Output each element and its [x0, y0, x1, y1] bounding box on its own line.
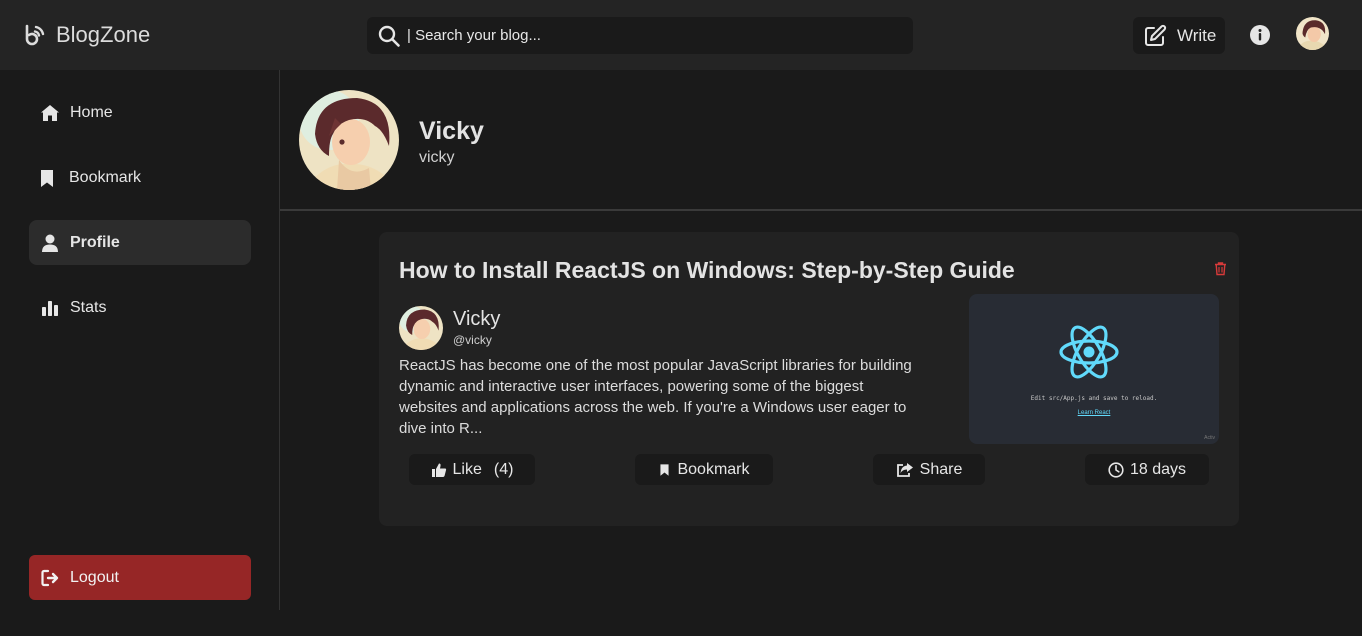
sidebar-item-label: Home: [70, 103, 113, 121]
home-icon: [41, 104, 59, 121]
like-label: Like: [452, 460, 482, 478]
thumbnail-link: Learn React: [1077, 410, 1111, 416]
logout-button[interactable]: Logout: [29, 555, 251, 600]
bookmark-button[interactable]: Bookmark: [635, 454, 773, 485]
bar-chart-icon: [42, 300, 58, 316]
author-avatar[interactable]: [399, 306, 443, 350]
thumbnail-corner-text: Activ: [1204, 435, 1215, 441]
bookmark-icon: [41, 169, 53, 187]
sidebar-item-home[interactable]: Home: [29, 90, 251, 135]
user-avatar[interactable]: [1296, 17, 1329, 50]
sidebar-item-bookmark[interactable]: Bookmark: [29, 155, 251, 200]
author-name[interactable]: Vicky: [453, 308, 500, 331]
write-button[interactable]: Write: [1133, 17, 1225, 54]
post-age-label: 18 days: [1129, 460, 1187, 478]
post-age: 18 days: [1085, 454, 1209, 485]
sidebar-item-label: Bookmark: [69, 168, 142, 186]
like-button[interactable]: Like (4): [409, 454, 535, 485]
post-thumbnail[interactable]: Edit src/App.js and save to reload. Lear…: [969, 294, 1219, 444]
profile-avatar: [299, 90, 399, 190]
thumbnail-caption: Edit src/App.js and save to reload.: [1030, 395, 1158, 402]
trash-icon[interactable]: [1213, 261, 1228, 276]
profile-header: Vicky vicky: [280, 70, 1362, 211]
profile-username: vicky: [419, 149, 455, 166]
write-label: Write: [1177, 25, 1217, 45]
post-card[interactable]: How to Install ReactJS on Windows: Step-…: [379, 232, 1239, 526]
info-icon[interactable]: [1249, 24, 1271, 46]
clock-icon: [1108, 461, 1124, 478]
post-excerpt: ReactJS has become one of the most popul…: [399, 357, 912, 437]
post-title[interactable]: How to Install ReactJS on Windows: Step-…: [399, 257, 1015, 284]
edit-icon: [1145, 24, 1167, 46]
app-logo[interactable]: BlogZone: [22, 22, 150, 48]
logout-label: Logout: [70, 568, 119, 586]
bookmark-icon: [660, 463, 670, 476]
blog-logo-icon: [25, 24, 45, 46]
bookmark-label: Bookmark: [677, 460, 750, 478]
search-input[interactable]: [407, 27, 887, 44]
share-icon: [896, 462, 913, 477]
sidebar-item-label: Profile: [70, 233, 120, 251]
user-icon: [42, 234, 58, 252]
top-bar: BlogZone Write: [0, 0, 1362, 70]
share-button[interactable]: Share: [873, 454, 985, 485]
react-logo-icon: [1059, 325, 1119, 379]
search-icon: [378, 25, 400, 47]
sidebar-item-label: Stats: [70, 298, 107, 316]
search-bar[interactable]: [367, 17, 913, 54]
like-count: (4): [493, 460, 514, 478]
sidebar: Home Bookmark Profile Stats Logout: [0, 70, 280, 610]
profile-name: Vicky: [419, 117, 484, 145]
sidebar-item-stats[interactable]: Stats: [29, 285, 251, 330]
share-label: Share: [919, 460, 963, 478]
author-handle: @vicky: [453, 333, 492, 347]
thumbs-up-icon: [431, 463, 446, 477]
app-name: BlogZone: [56, 22, 151, 47]
sidebar-item-profile[interactable]: Profile: [29, 220, 251, 265]
logout-icon: [41, 569, 59, 586]
